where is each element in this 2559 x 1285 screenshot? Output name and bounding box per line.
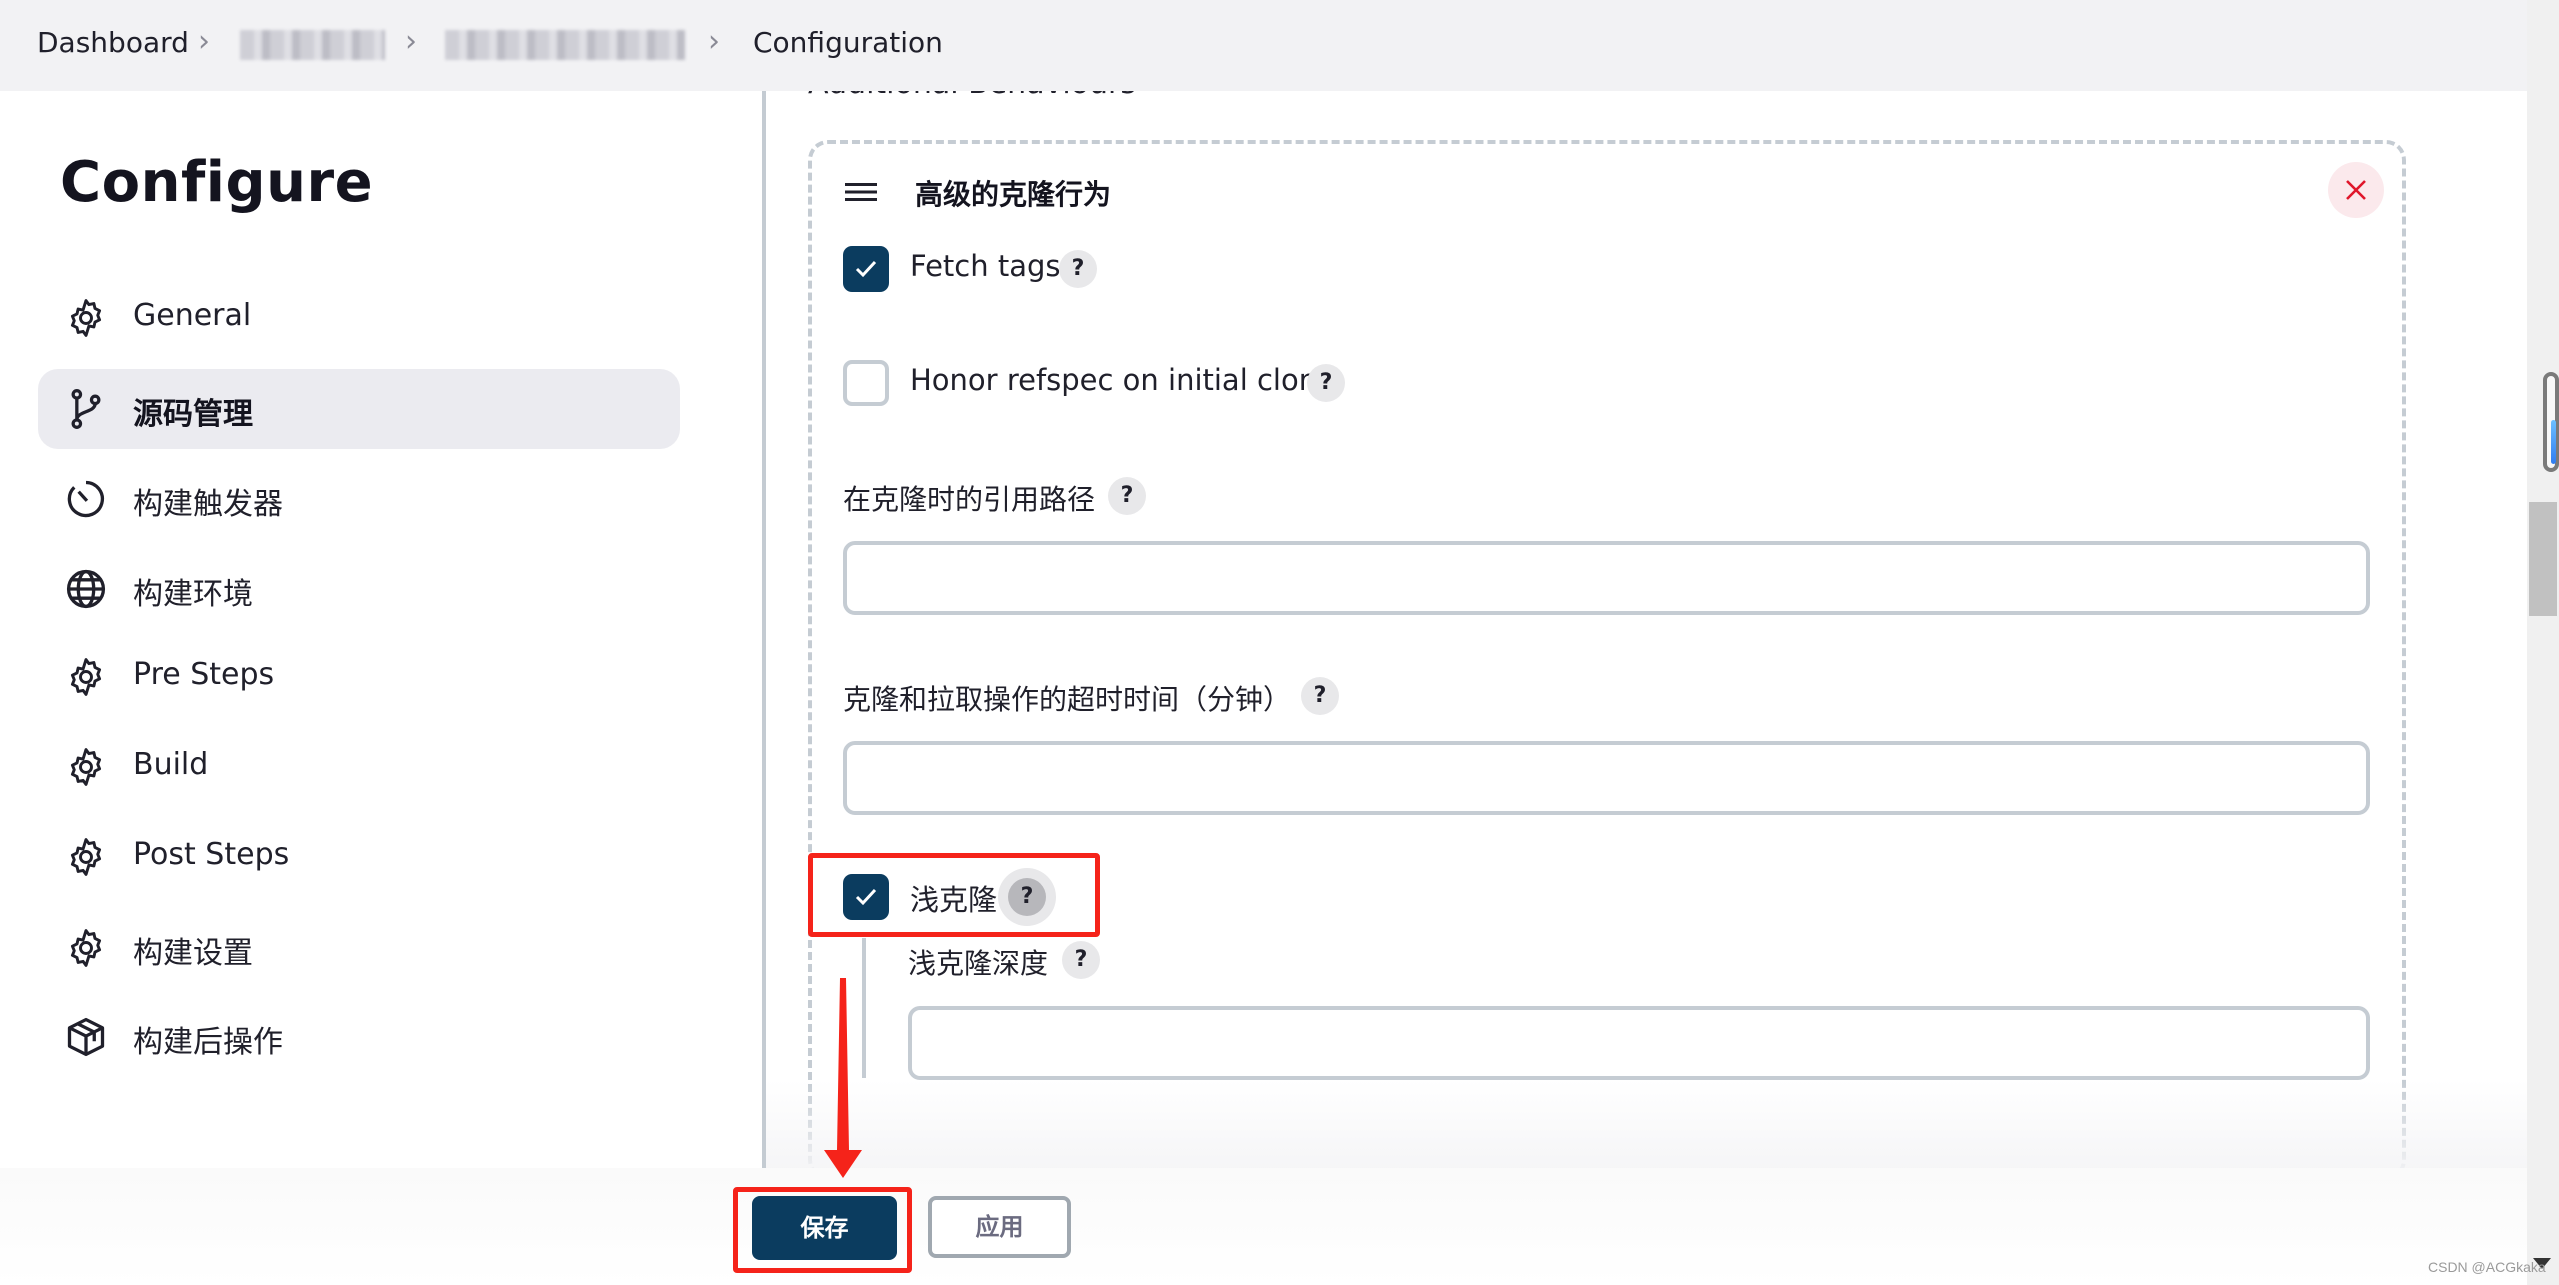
- delete-behaviour-button[interactable]: [2328, 162, 2384, 218]
- help-icon[interactable]: ?: [1062, 941, 1100, 979]
- card-title: 高级的克隆行为: [915, 178, 1112, 211]
- sidebar-item-build-triggers[interactable]: 构建触发器: [38, 459, 680, 539]
- sidebar-item-label: Post Steps: [133, 837, 290, 872]
- gear-icon: [70, 658, 102, 696]
- help-icon[interactable]: ?: [1059, 250, 1097, 288]
- chevron-right-icon: ›: [708, 24, 720, 59]
- breadcrumb: Dashboard › › › Configuration: [0, 0, 2527, 91]
- fetch-tags-label: Fetch tags: [910, 249, 1061, 283]
- sidebar-item-source-control[interactable]: 源码管理: [38, 369, 680, 449]
- gear-icon: [70, 299, 102, 337]
- watermark: CSDN @ACGkaka: [2428, 1259, 2546, 1275]
- sidebar-item-post-build-actions[interactable]: 构建后操作: [38, 997, 680, 1077]
- sidebar-item-label: 源码管理: [133, 397, 253, 432]
- help-icon[interactable]: ?: [1008, 878, 1046, 916]
- package-icon: [67, 1017, 105, 1057]
- chevron-right-icon: ›: [405, 24, 417, 59]
- page-title: Configure: [60, 150, 374, 215]
- breadcrumb-dashboard[interactable]: Dashboard: [37, 26, 189, 59]
- action-bar: [0, 1168, 2527, 1285]
- timeout-input[interactable]: [843, 741, 2370, 815]
- globe-icon: [66, 569, 106, 609]
- reference-path-label: 在克隆时的引用路径: [843, 483, 1096, 516]
- breadcrumb-redacted-2[interactable]: [445, 30, 685, 60]
- help-icon[interactable]: ?: [1108, 477, 1146, 515]
- shallow-depth-label: 浅克隆深度: [908, 947, 1049, 980]
- help-icon[interactable]: ?: [1307, 364, 1345, 402]
- nested-option-indent-line: [862, 938, 866, 1078]
- git-branch-icon: [71, 389, 101, 429]
- sidebar-item-label: General: [133, 298, 252, 333]
- sidebar-item-label: Build: [133, 747, 209, 782]
- chevron-right-icon: ›: [198, 24, 210, 59]
- drag-handle-icon[interactable]: [845, 180, 877, 204]
- shallow-clone-checkbox[interactable]: [843, 874, 889, 920]
- honor-refspec-label: Honor refspec on initial clone: [910, 363, 1335, 397]
- breadcrumb-redacted-1[interactable]: [240, 30, 385, 60]
- sidebar-item-build[interactable]: Build: [38, 727, 680, 807]
- shallow-clone-label: 浅克隆: [910, 883, 998, 917]
- apply-button[interactable]: 应用: [928, 1196, 1071, 1258]
- sidebar-item-label: 构建设置: [133, 936, 253, 971]
- close-icon: [2346, 180, 2366, 200]
- scroll-indicator: [2543, 372, 2559, 472]
- sidebar-item-build-settings[interactable]: 构建设置: [38, 908, 680, 988]
- breadcrumb-configuration: Configuration: [753, 26, 943, 59]
- shallow-depth-input[interactable]: [908, 1006, 2370, 1080]
- checkmark-icon: [855, 888, 877, 906]
- sidebar-item-label: Pre Steps: [133, 657, 275, 692]
- honor-refspec-checkbox[interactable]: [843, 360, 889, 406]
- gear-icon: [70, 929, 102, 967]
- sidebar-item-post-steps[interactable]: Post Steps: [38, 817, 680, 897]
- sidebar-divider: [762, 91, 766, 1171]
- scrollbar-thumb[interactable]: [2529, 502, 2557, 616]
- sidebar-item-pre-steps[interactable]: Pre Steps: [38, 637, 680, 717]
- help-icon[interactable]: ?: [1301, 677, 1339, 715]
- checkmark-icon: [855, 260, 877, 278]
- timer-icon: [67, 480, 104, 518]
- gear-icon: [70, 748, 102, 786]
- timeout-label: 克隆和拉取操作的超时时间（分钟）: [843, 683, 1292, 716]
- sidebar-item-build-environment[interactable]: 构建环境: [38, 549, 680, 629]
- gear-icon: [70, 838, 102, 876]
- fetch-tags-checkbox[interactable]: [843, 246, 889, 292]
- sidebar-item-label: 构建后操作: [133, 1025, 283, 1060]
- scrollbar-track[interactable]: [2527, 0, 2559, 1285]
- sidebar-item-label: 构建触发器: [133, 487, 283, 522]
- sidebar-item-general[interactable]: General: [38, 278, 680, 358]
- reference-path-input[interactable]: [843, 541, 2370, 615]
- save-button[interactable]: 保存: [752, 1196, 897, 1260]
- sidebar-item-label: 构建环境: [133, 577, 253, 612]
